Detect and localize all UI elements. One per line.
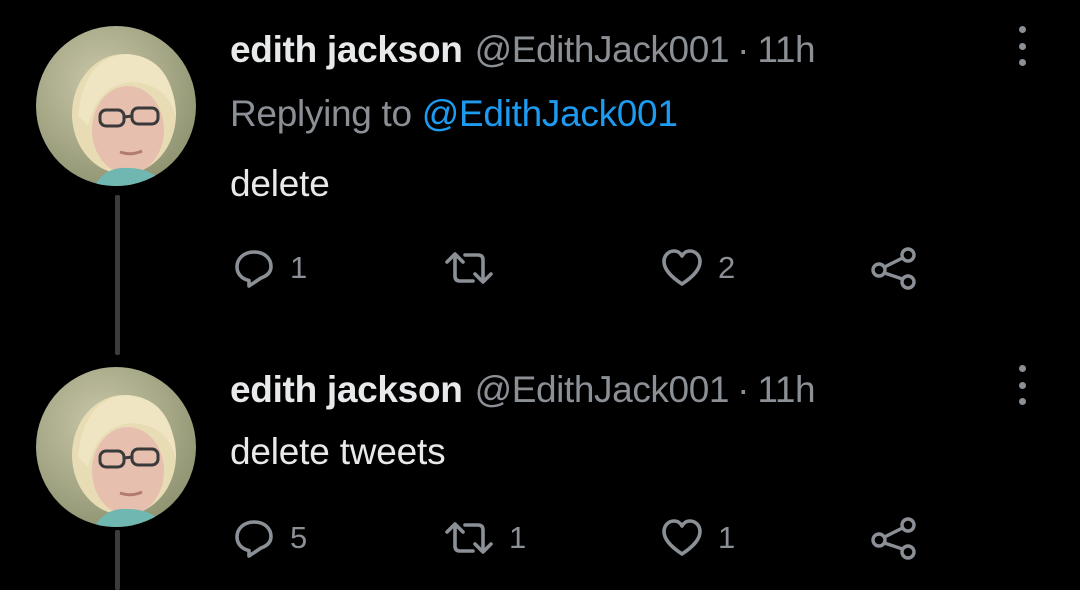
share-button[interactable]: [870, 513, 918, 563]
user-handle[interactable]: @EdithJack001: [475, 25, 730, 75]
retweet-count: 1: [509, 520, 527, 555]
avatar-photo: [36, 367, 196, 527]
avatar[interactable]: [36, 367, 196, 527]
replying-to: Replying to @EdithJack001: [230, 90, 678, 138]
share-icon: [871, 247, 916, 290]
retweet-button[interactable]: 1: [443, 513, 526, 563]
separator-dot: ·: [737, 369, 750, 410]
replying-to-mention[interactable]: @EdithJack001: [422, 93, 678, 134]
retweet-icon: [445, 252, 493, 284]
retweet-button[interactable]: [443, 243, 509, 293]
avatar[interactable]: [36, 26, 196, 186]
display-name[interactable]: edith jackson: [230, 365, 463, 415]
separator-dot: ·: [737, 29, 750, 70]
tweet-header: edith jackson @EdithJack001 · 11h: [230, 25, 816, 75]
reply-count: 5: [290, 520, 308, 555]
like-button[interactable]: 2: [660, 243, 735, 293]
tweet-actions: 5 1 1: [230, 513, 930, 563]
more-options-icon[interactable]: [1014, 26, 1030, 66]
reply-count: 1: [290, 250, 308, 285]
reply-button[interactable]: 1: [232, 243, 307, 293]
share-icon: [871, 517, 916, 560]
timestamp[interactable]: 11h: [757, 25, 815, 75]
retweet-icon: [445, 522, 493, 554]
heart-icon: [662, 519, 702, 556]
tweet-header: edith jackson @EdithJack001 · 11h: [230, 365, 816, 415]
tweet-actions: 1 2: [230, 243, 930, 293]
like-count: 1: [718, 520, 736, 555]
like-button[interactable]: 1: [660, 513, 735, 563]
tweet[interactable]: edith jackson @EdithJack001 · 11h delete…: [0, 340, 1080, 573]
share-button[interactable]: [870, 243, 918, 293]
tweet-text: delete: [230, 163, 330, 204]
display-name[interactable]: edith jackson: [230, 25, 463, 75]
tweet[interactable]: edith jackson @EdithJack001 · 11h Replyi…: [0, 0, 1080, 340]
heart-icon: [662, 249, 702, 286]
replying-to-label: Replying to: [230, 93, 412, 134]
avatar-photo: [36, 26, 196, 186]
timestamp[interactable]: 11h: [757, 365, 815, 415]
reply-icon: [235, 520, 273, 558]
like-count: 2: [718, 250, 736, 285]
reply-button[interactable]: 5: [232, 513, 307, 563]
user-handle[interactable]: @EdithJack001: [475, 365, 730, 415]
more-options-icon[interactable]: [1014, 365, 1030, 405]
reply-icon: [235, 250, 273, 288]
tweet-text: delete tweets: [230, 431, 446, 472]
